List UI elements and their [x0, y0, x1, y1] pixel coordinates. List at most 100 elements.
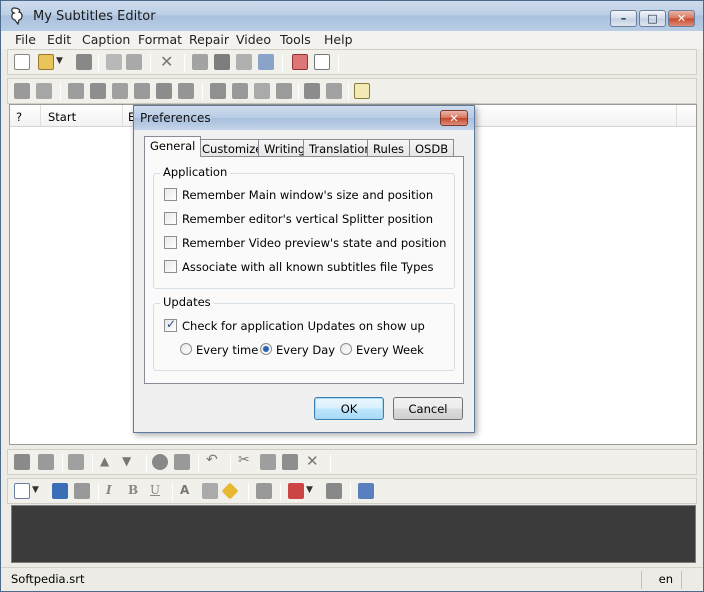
eraser-icon[interactable] [202, 483, 218, 499]
new-file-icon[interactable] [14, 54, 30, 70]
timing-icon[interactable] [156, 83, 172, 99]
sort-icon[interactable] [90, 83, 106, 99]
edit-text-icon[interactable] [14, 483, 30, 499]
status-language: en [658, 572, 673, 586]
join-icon[interactable] [68, 454, 84, 470]
insert-after-icon[interactable] [36, 83, 52, 99]
split-icon[interactable] [38, 454, 54, 470]
subtitle-text-editor[interactable] [11, 505, 696, 563]
paste-icon[interactable] [282, 454, 298, 470]
exit-icon[interactable] [292, 54, 308, 70]
insert-before-icon[interactable] [14, 83, 30, 99]
move-up-icon[interactable]: ▲ [100, 454, 116, 470]
import-icon[interactable] [192, 54, 208, 70]
open-dropdown-icon[interactable]: ▼ [56, 56, 64, 72]
tab-general[interactable]: General [144, 136, 202, 157]
title-bar[interactable]: My Subtitles Editor – □ ✕ [1, 1, 703, 31]
clear-icon[interactable]: ✕ [306, 452, 322, 470]
menu-edit[interactable]: Edit [47, 32, 71, 47]
minimize-icon: – [620, 12, 627, 25]
text-size-icon[interactable] [68, 83, 84, 99]
menu-repair[interactable]: Repair [189, 32, 229, 47]
brush-icon[interactable] [174, 454, 190, 470]
radio-label: Every time [196, 343, 259, 357]
checkbox[interactable] [164, 188, 177, 201]
stop-icon[interactable] [326, 483, 342, 499]
comment-icon[interactable] [256, 483, 272, 499]
updates-group: Updates Check for application Updates on… [153, 295, 455, 371]
ok-button[interactable]: OK [314, 397, 384, 420]
fix-icon[interactable] [210, 83, 226, 99]
checkbox[interactable] [164, 236, 177, 249]
menu-help[interactable]: Help [324, 32, 353, 47]
save-icon[interactable] [76, 54, 92, 70]
goto-icon[interactable] [258, 54, 274, 70]
italic-icon[interactable]: I [106, 483, 122, 499]
spellcheck-icon[interactable] [232, 83, 248, 99]
checkbox[interactable] [164, 212, 177, 225]
column-divider[interactable] [676, 105, 677, 126]
notes-icon[interactable] [326, 83, 342, 99]
replace-icon[interactable] [236, 54, 252, 70]
cut-icon[interactable]: ✂ [238, 452, 254, 468]
status-separator [641, 571, 642, 589]
column-divider[interactable] [40, 105, 41, 126]
dialog-close-button[interactable]: ✕ [440, 110, 468, 126]
magic-wand-icon[interactable] [134, 83, 150, 99]
undo-icon[interactable]: ↶ [206, 452, 222, 468]
spacing-icon[interactable] [112, 83, 128, 99]
check-icon[interactable] [254, 83, 270, 99]
text-box-icon[interactable] [52, 483, 68, 499]
column-status[interactable]: ? [16, 110, 22, 124]
radio-button-selected[interactable] [260, 343, 272, 355]
menu-caption[interactable]: Caption [82, 32, 130, 47]
bold-icon[interactable]: B [128, 483, 144, 499]
menu-tools[interactable]: Tools [280, 32, 311, 47]
format-icon[interactable] [276, 83, 292, 99]
find-icon[interactable] [214, 54, 230, 70]
font-color-icon[interactable]: A [180, 483, 196, 499]
checkbox[interactable] [164, 260, 177, 273]
dialog-title-bar[interactable]: Preferences ✕ [134, 106, 474, 130]
column-start[interactable]: Start [48, 110, 76, 124]
toolbar-separator [198, 454, 199, 472]
merge-icon[interactable] [14, 454, 30, 470]
edit-notes-icon[interactable] [354, 83, 370, 99]
tab-osdb[interactable]: OSDB [409, 139, 455, 157]
maximize-button[interactable]: □ [639, 10, 666, 27]
preferences-dialog: Preferences ✕ General Customize Writing … [133, 105, 475, 433]
toolbar-separator [280, 483, 281, 501]
open-folder-icon[interactable] [38, 54, 54, 70]
tools-icon[interactable] [288, 483, 304, 499]
paste-file-icon[interactable] [126, 54, 142, 70]
menu-format[interactable]: Format [138, 32, 182, 47]
edit-dropdown-icon[interactable]: ▼ [32, 485, 40, 501]
toolbar-separator [146, 454, 147, 472]
dialog-title: Preferences [140, 111, 211, 125]
copy-icon[interactable] [260, 454, 276, 470]
copy-file-icon[interactable] [106, 54, 122, 70]
close-button[interactable]: ✕ [668, 10, 695, 27]
column-divider[interactable] [122, 105, 123, 126]
tools-dropdown-icon[interactable]: ▼ [306, 485, 314, 501]
book-icon[interactable] [304, 83, 320, 99]
checkbox-checked[interactable] [164, 317, 177, 332]
film-icon[interactable] [178, 83, 194, 99]
radio-button[interactable] [340, 343, 352, 355]
chart-icon[interactable] [358, 483, 374, 499]
toolbar-separator [348, 83, 349, 101]
radio-button[interactable] [180, 343, 192, 355]
move-down-icon[interactable]: ▼ [122, 454, 138, 470]
delete-icon[interactable]: ✕ [160, 52, 176, 71]
minimize-button[interactable]: – [610, 10, 637, 27]
tab-rules[interactable]: Rules [367, 139, 411, 157]
bus-icon[interactable] [74, 483, 90, 499]
properties-icon[interactable] [314, 54, 330, 70]
record-icon[interactable] [152, 454, 168, 470]
underline-icon[interactable]: U [150, 483, 166, 499]
menu-video[interactable]: Video [236, 32, 271, 47]
toolbar-separator [150, 54, 151, 72]
warning-icon[interactable] [221, 482, 239, 500]
menu-file[interactable]: File [15, 32, 36, 47]
cancel-button[interactable]: Cancel [393, 397, 463, 420]
